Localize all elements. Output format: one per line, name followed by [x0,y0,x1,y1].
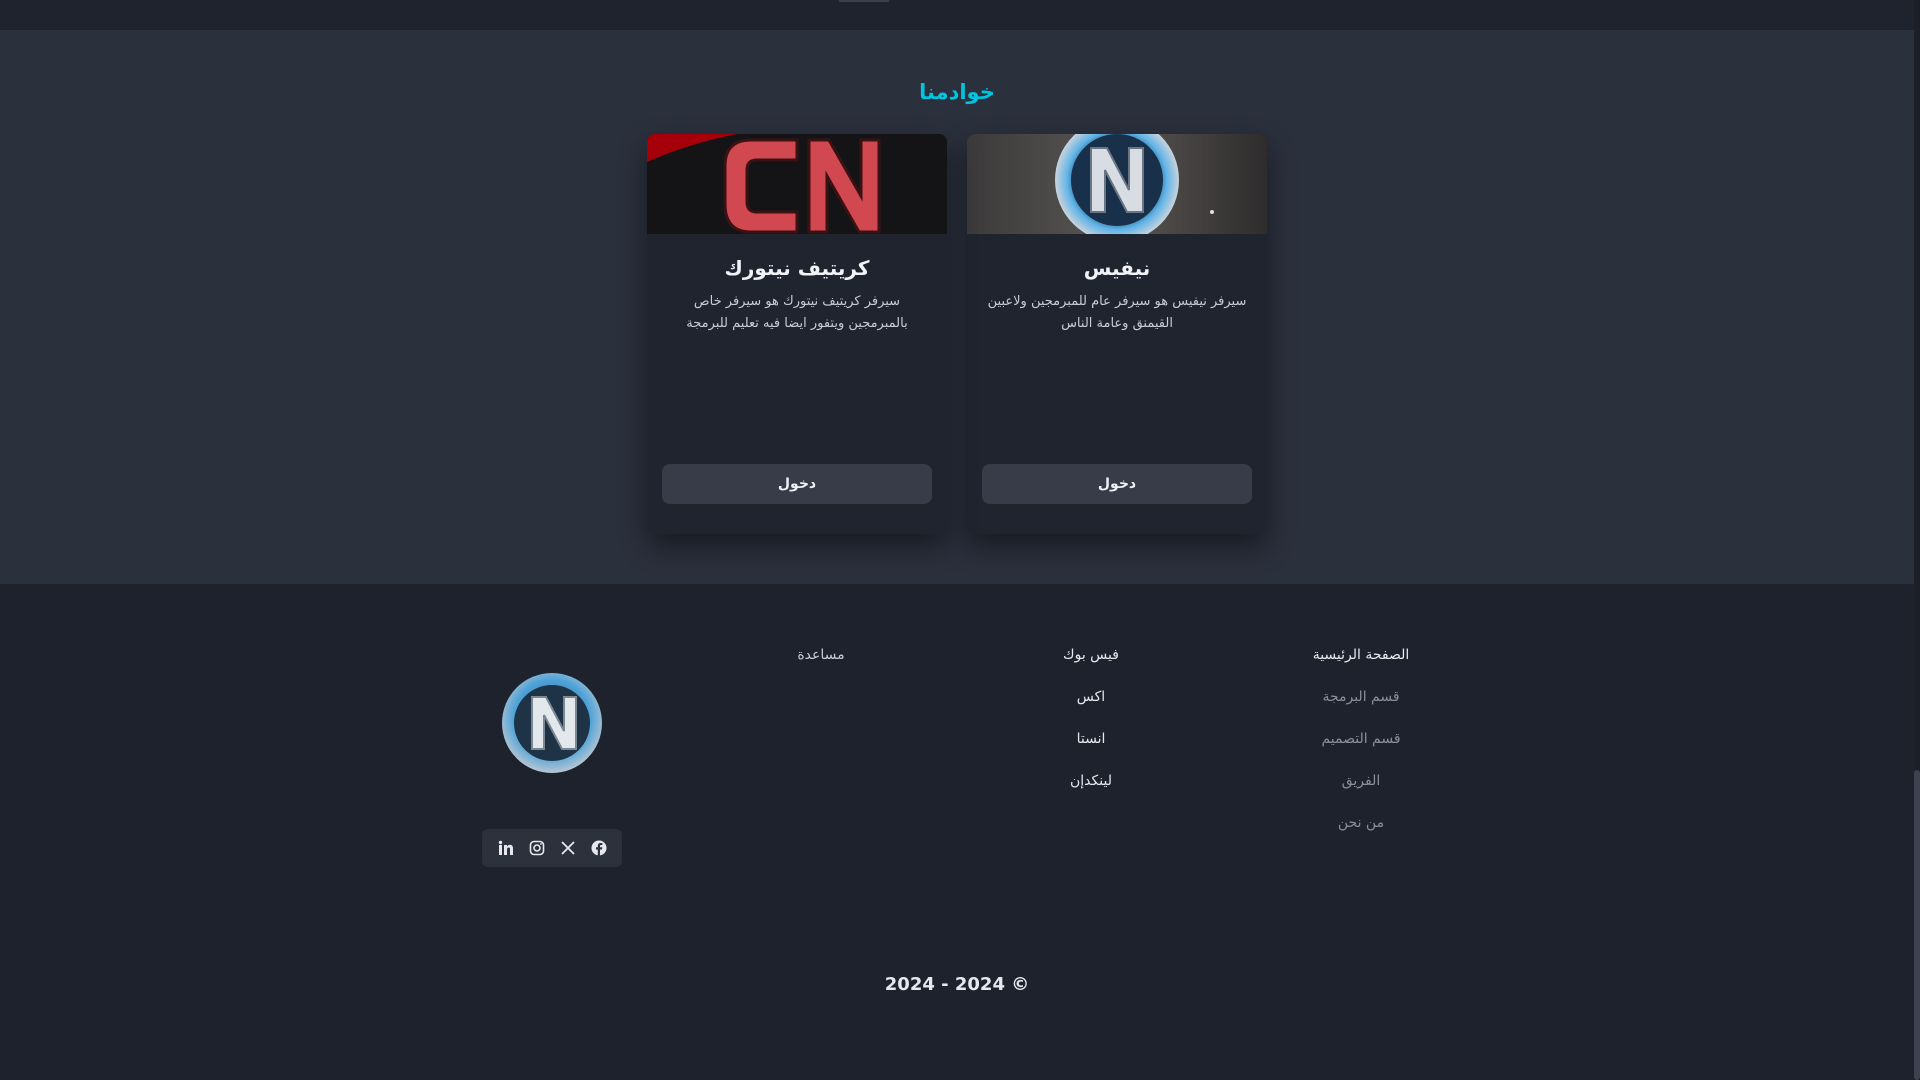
scrollbar-thumb[interactable] [1914,770,1920,1080]
nexus-emblem-icon [967,134,1267,234]
enter-button[interactable]: دخول [662,464,932,504]
server-card-creative-network: كريتيف نيتورك سيرفر كريتيف نيتورك هو سير… [647,134,947,534]
footer-social-links: فيس بوك اكس انستا لينكدإن [991,640,1191,808]
social-icons-bar [482,829,622,867]
footer-link-design[interactable]: قسم التصميم [1261,724,1461,766]
footer-link-team[interactable]: الفريق [1261,766,1461,808]
footer-link-facebook[interactable]: فيس بوك [991,640,1191,682]
section-title: خوادمنا [919,80,995,104]
footer-link-x[interactable]: اكس [991,682,1191,724]
card-description: سيرفر نيفيس هو سيرفر عام للمبرمجين ولاعب… [987,294,1247,331]
footer-link-home[interactable]: الصفحة الرئيسية [1261,640,1461,682]
enter-button[interactable]: دخول [982,464,1252,504]
copyright: 2024 - 2024 © [884,974,1030,995]
server-card-nexus: نيفيس سيرفر نيفيس هو سيرفر عام للمبرمجين… [967,134,1267,534]
active-tab-indicator [839,0,889,2]
footer-help: مساعدة [721,640,921,682]
facebook-icon[interactable] [590,839,608,857]
top-strip [0,0,1914,30]
servers-section: خوادمنا نيفيس سيرفر نيفيس هو سيرفر عام ل… [0,30,1914,584]
footer-link-linkedin[interactable]: لينكدإن [991,766,1191,808]
nexus-logo-icon [502,673,602,773]
footer-link-about[interactable]: من نحن [1261,808,1461,850]
linkedin-icon[interactable] [497,839,515,857]
instagram-icon[interactable] [528,839,546,857]
footer-link-programming[interactable]: قسم البرمجة [1261,682,1461,724]
card-description: سيرفر كريتيف نيتورك هو سيرفر خاص بالمبرم… [686,294,908,331]
card-title: كريتيف نيتورك [724,256,870,280]
card-title: نيفيس [1083,256,1151,280]
footer: الصفحة الرئيسية قسم البرمجة قسم التصميم … [0,584,1914,1080]
footer-nav: الصفحة الرئيسية قسم البرمجة قسم التصميم … [1261,640,1461,850]
cn-logo-icon [647,134,947,234]
x-icon[interactable] [559,839,577,857]
footer-link-help[interactable]: مساعدة [721,640,921,682]
footer-link-instagram[interactable]: انستا [991,724,1191,766]
